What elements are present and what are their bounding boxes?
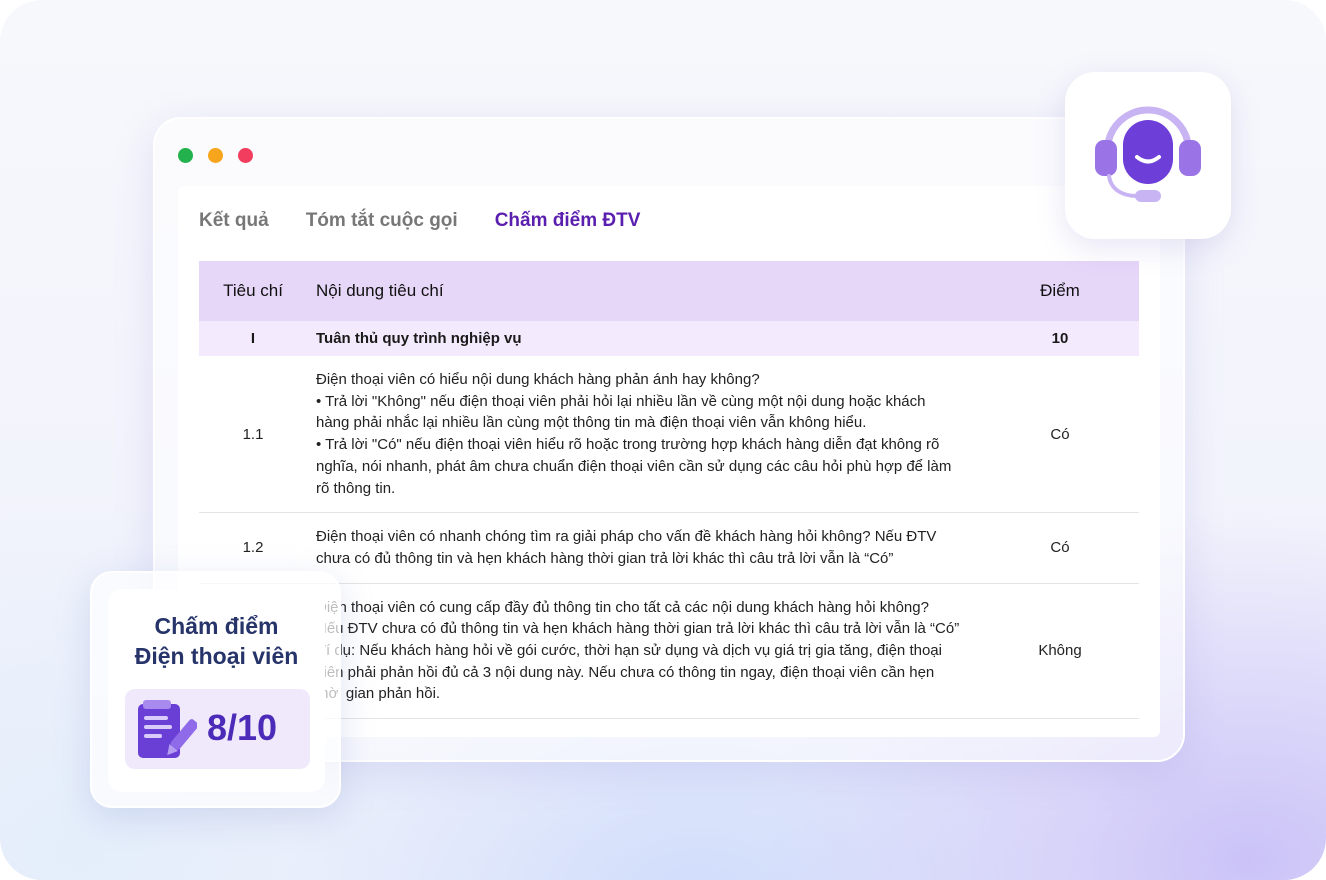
content-line: Ví dụ: Nếu khách hàng hỏi về gói cước, t…: [316, 642, 942, 660]
content-line: thời gian phản hồi.: [316, 685, 441, 703]
content-line: viên phải phản hồi đủ cả 3 nội dung này.…: [316, 663, 935, 681]
headset-badge: [1065, 72, 1231, 239]
content-line: nghĩa, nói nhanh, phát âm chưa chuẩn điệ…: [316, 457, 952, 475]
score-box: 8/10: [125, 689, 310, 769]
row-score: Không: [981, 583, 1139, 720]
content-line: Nếu ĐTV chưa có đủ thông tin và hẹn khác…: [316, 620, 960, 638]
row-id: 1.1: [199, 356, 307, 514]
section-content: Tuân thủ quy trình nghiệp vụ: [307, 321, 981, 356]
agent-score-card: Chấm điểm Điện thoại viên 8/10: [90, 571, 341, 808]
table-header-row: Tiêu chí Nội dung tiêu chí Điểm: [199, 261, 1139, 321]
section-id: I: [199, 321, 307, 356]
table-row: 1.1 Điện thoại viên có hiểu nội dung khá…: [199, 356, 1139, 514]
row-content: Điện thoại viên có cung cấp đầy đủ thông…: [307, 583, 981, 720]
window-maximize-dot[interactable]: [178, 148, 193, 163]
content-line: hàng phải nhắc lại nhiều lần cùng một th…: [316, 414, 867, 432]
score-title: Chấm điểm Điện thoại viên: [108, 611, 325, 671]
section-row: I Tuân thủ quy trình nghiệp vụ 10: [199, 321, 1139, 356]
content-line: • Trả lời "Có" nếu điện thoại viên hiểu …: [316, 436, 940, 454]
score-title-line: Chấm điểm: [154, 613, 279, 639]
tab-bar: Kết quả Tóm tắt cuộc gọi Chấm điểm ĐTV: [199, 210, 677, 232]
window-close-dot[interactable]: [238, 148, 253, 163]
score-card-inner: Chấm điểm Điện thoại viên 8/10: [108, 589, 325, 792]
content-line: Điện thoại viên có cung cấp đầy đủ thông…: [316, 598, 929, 616]
row-score: Có: [981, 356, 1139, 514]
header-criteria: Tiêu chí: [199, 261, 307, 321]
row-content: Điện thoại viên có nhanh chóng tìm ra gi…: [307, 512, 981, 584]
header-content: Nội dung tiêu chí: [307, 261, 981, 321]
content-line: rõ thông tin.: [316, 479, 396, 497]
row-score: Có: [981, 512, 1139, 584]
content-line: chưa có đủ thông tin và hẹn khách hàng t…: [316, 549, 894, 567]
row-content: Điện thoại viên có hiểu nội dung khách h…: [307, 356, 981, 514]
score-value: 8/10: [207, 707, 278, 748]
section-score: 10: [981, 321, 1139, 356]
tab-results[interactable]: Kết quả: [199, 210, 269, 232]
score-title-line: Điện thoại viên: [134, 643, 299, 669]
content-line: • Trả lời "Không" nếu điện thoại viên ph…: [316, 392, 926, 410]
window-minimize-dot[interactable]: [208, 148, 223, 163]
content-line: Điện thoại viên có hiểu nội dung khách h…: [316, 371, 760, 388]
tab-call-summary[interactable]: Tóm tắt cuộc gọi: [306, 210, 458, 232]
tab-agent-scoring[interactable]: Chấm điểm ĐTV: [495, 210, 641, 232]
headset-agent-icon: [1095, 106, 1201, 202]
clipboard-pen-icon: [138, 700, 197, 758]
table-row: 1.2 Điện thoại viên có nhanh chóng tìm r…: [199, 512, 1139, 584]
content-line: Điện thoại viên có nhanh chóng tìm ra gi…: [316, 528, 937, 546]
header-score: Điểm: [981, 261, 1139, 321]
